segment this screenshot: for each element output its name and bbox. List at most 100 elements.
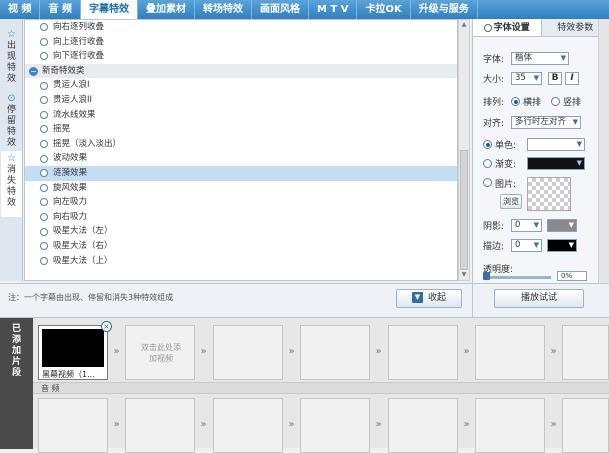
tab-stay-label: 停留特效 <box>7 105 17 149</box>
list-item[interactable]: 贵运人浪I <box>25 78 457 93</box>
transition-arrow-icon: » <box>285 419 298 430</box>
top-tab-8[interactable]: 升级与服务 <box>411 0 478 19</box>
list-item[interactable]: 吸星大法（上） <box>25 254 457 269</box>
audio-clip-slot[interactable] <box>125 398 195 453</box>
transition-arrow-icon: » <box>372 419 385 430</box>
font-settings-panel: 字体设置 特效参数 字体: 楷体▼ 大小: 35▼ B I 排列: 横排 竖排 … <box>472 19 609 283</box>
gradient-radio[interactable] <box>483 159 492 168</box>
stroke-color-select[interactable]: ▼ <box>547 239 577 252</box>
effect-phase-tabs: ☆ 出现特效 ⊙ 停留特效 ☆ 消失特效 <box>0 19 23 281</box>
empty-clip-slot[interactable] <box>388 325 458 380</box>
list-item[interactable]: 流水线效果 <box>25 108 457 123</box>
tab-font-settings[interactable]: 字体设置 <box>473 19 542 36</box>
clip-label: 黑幕视频（1... <box>42 369 95 380</box>
opacity-slider-handle[interactable] <box>483 272 490 280</box>
effects-list[interactable]: 向右逐列收叠向上逐行收叠向下逐行收叠−新奇特效类贵运人浪I贵运人浪II流水线效果… <box>24 19 458 281</box>
radio-icon <box>40 38 48 46</box>
list-item[interactable]: 吸星大法（左） <box>25 224 457 239</box>
audio-clip-slot[interactable] <box>38 398 108 453</box>
audio-clip-slot[interactable] <box>300 398 370 453</box>
align-select[interactable]: 多行时左对齐▼ <box>511 116 581 129</box>
radio-icon <box>40 140 48 148</box>
list-item-label: 吸星大法（右） <box>53 239 113 254</box>
list-item[interactable]: 向上逐行收叠 <box>25 35 457 50</box>
transition-arrow-icon: » <box>285 346 298 357</box>
panel-scrollbar[interactable] <box>598 19 609 283</box>
audio-track-header: 音 频 <box>33 382 609 394</box>
top-tab-5[interactable]: 画面风格 <box>252 0 309 19</box>
stroke-select[interactable]: 0▼ <box>511 239 542 252</box>
bold-button[interactable]: B <box>548 72 562 85</box>
layout-vertical-label: 竖排 <box>563 95 581 108</box>
list-item[interactable]: 摇晃 <box>25 122 457 137</box>
list-item-label: 向左吸力 <box>53 195 87 210</box>
list-item-label: 摇晃（淡入淡出） <box>53 137 121 152</box>
font-select[interactable]: 楷体▼ <box>511 52 569 65</box>
top-tab-0[interactable]: 视 频 <box>0 0 40 19</box>
audio-clip-slot[interactable] <box>213 398 283 453</box>
list-item-label: 吸星大法（左） <box>53 224 113 239</box>
list-item[interactable]: 吸星大法（右） <box>25 239 457 254</box>
tab-disappear-effect[interactable]: ☆ 消失特效 <box>1 151 22 217</box>
tab-effect-params-label: 特效参数 <box>557 23 593 33</box>
single-color-radio[interactable] <box>483 140 492 149</box>
list-item[interactable]: 旋风效果 <box>25 181 457 196</box>
list-item[interactable]: 向下逐行收叠 <box>25 49 457 64</box>
top-tab-7[interactable]: 卡拉OK <box>357 0 410 19</box>
gradient-select[interactable]: ▼ <box>527 157 585 170</box>
empty-clip-slot[interactable]: 双击此处添加视频 <box>125 325 195 380</box>
list-item[interactable]: 波动效果 <box>25 151 457 166</box>
audio-clip-slot[interactable] <box>475 398 545 453</box>
layout-vertical-radio[interactable] <box>551 97 560 106</box>
radio-icon <box>40 155 48 163</box>
scrollbar-thumb[interactable] <box>460 150 468 270</box>
radio-icon <box>40 23 48 31</box>
collapse-button[interactable]: ▼收起 <box>396 289 462 308</box>
single-color-select[interactable]: ▼ <box>527 138 585 151</box>
top-tab-1[interactable]: 音 频 <box>40 0 80 19</box>
scroll-up-arrow-icon[interactable]: ▲ <box>460 21 468 29</box>
top-tab-2[interactable]: 字幕特效 <box>81 0 138 19</box>
empty-clip-slot[interactable] <box>562 325 609 380</box>
empty-clip-slot[interactable] <box>213 325 283 380</box>
list-item[interactable]: 摇晃（淡入淡出） <box>25 137 457 152</box>
tab-appear-effect[interactable]: ☆ 出现特效 <box>1 27 22 89</box>
opacity-slider[interactable] <box>485 276 551 279</box>
remove-clip-icon[interactable]: × <box>101 321 112 332</box>
top-tab-6[interactable]: M T V <box>309 0 357 19</box>
preview-play-button[interactable]: 播放试试 <box>494 289 584 308</box>
audio-clip-slot[interactable] <box>388 398 458 453</box>
list-item[interactable]: 向左吸力 <box>25 195 457 210</box>
shadow-select[interactable]: 0▼ <box>511 219 542 232</box>
list-item[interactable]: 向右吸力 <box>25 210 457 225</box>
shadow-color-select[interactable]: ▼ <box>547 219 577 232</box>
top-tab-3[interactable]: 叠加素材 <box>138 0 195 19</box>
transition-arrow-icon: » <box>547 419 560 430</box>
size-select[interactable]: 35▼ <box>511 72 542 85</box>
browse-button[interactable]: 浏览 <box>500 194 522 209</box>
italic-button[interactable]: I <box>565 72 579 85</box>
tab-disappear-label: 消失特效 <box>7 165 17 209</box>
list-item-label: 向右吸力 <box>53 210 87 225</box>
video-clip[interactable]: 黑幕视频（1...× <box>38 325 108 380</box>
list-item[interactable]: 涟漪效果 <box>25 166 457 181</box>
audio-clip-slot[interactable] <box>562 398 609 453</box>
radio-icon <box>40 198 48 206</box>
image-radio[interactable] <box>483 178 492 187</box>
effects-list-scrollbar[interactable]: ▲ ▼ <box>458 19 470 281</box>
list-item-label: 吸星大法（上） <box>53 254 113 269</box>
opacity-input[interactable]: 0% <box>557 271 587 281</box>
list-item[interactable]: 贵运人浪II <box>25 93 457 108</box>
size-select-value: 35 <box>515 73 526 83</box>
shadow-label: 阴影: <box>483 219 511 232</box>
scroll-down-arrow-icon[interactable]: ▼ <box>460 271 468 279</box>
list-category[interactable]: −新奇特效类 <box>25 64 457 79</box>
empty-clip-slot[interactable] <box>300 325 370 380</box>
tab-stay-effect[interactable]: ⊙ 停留特效 <box>1 91 22 153</box>
transition-arrow-icon: » <box>460 346 473 357</box>
top-tab-4[interactable]: 转场特效 <box>195 0 252 19</box>
effect-note: 注：一个字幕由出现、停留和消失3种特效组成 <box>8 292 173 303</box>
empty-clip-slot[interactable] <box>475 325 545 380</box>
list-item[interactable]: 向右逐列收叠 <box>25 20 457 35</box>
layout-horizontal-radio[interactable] <box>511 97 520 106</box>
